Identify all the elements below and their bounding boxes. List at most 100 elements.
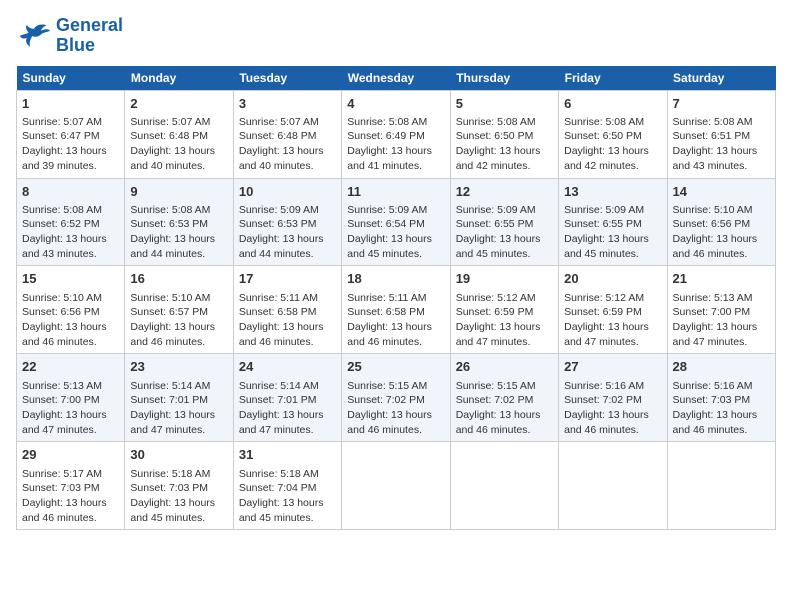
sunrise-text: Sunrise: 5:16 AM [673, 380, 753, 392]
sunrise-text: Sunrise: 5:12 AM [456, 292, 536, 304]
sunrise-text: Sunrise: 5:11 AM [347, 292, 426, 304]
calendar-cell: 12 Sunrise: 5:09 AM Sunset: 6:55 PM Dayl… [450, 178, 558, 266]
calendar-cell [342, 442, 450, 530]
day-number: 5 [456, 95, 553, 113]
daylight-text: Daylight: 13 hours [456, 233, 541, 245]
daylight-text: Daylight: 13 hours [239, 321, 324, 333]
daylight-minutes: and 44 minutes. [130, 248, 205, 260]
sunrise-text: Sunrise: 5:12 AM [564, 292, 644, 304]
logo: General Blue [16, 16, 123, 56]
sunrise-text: Sunrise: 5:10 AM [130, 292, 210, 304]
daylight-minutes: and 42 minutes. [564, 160, 639, 172]
day-number: 4 [347, 95, 444, 113]
daylight-minutes: and 40 minutes. [130, 160, 205, 172]
daylight-minutes: and 44 minutes. [239, 248, 314, 260]
sunrise-text: Sunrise: 5:07 AM [22, 116, 102, 128]
daylight-text: Daylight: 13 hours [239, 233, 324, 245]
calendar-week-row: 22 Sunrise: 5:13 AM Sunset: 7:00 PM Dayl… [17, 354, 776, 442]
day-number: 3 [239, 95, 336, 113]
sunrise-text: Sunrise: 5:09 AM [239, 204, 319, 216]
sunset-text: Sunset: 7:00 PM [673, 306, 751, 318]
calendar-cell: 6 Sunrise: 5:08 AM Sunset: 6:50 PM Dayli… [559, 90, 667, 178]
day-number: 31 [239, 446, 336, 464]
daylight-text: Daylight: 13 hours [564, 321, 649, 333]
day-number: 8 [22, 183, 119, 201]
daylight-text: Daylight: 13 hours [564, 233, 649, 245]
daylight-text: Daylight: 13 hours [456, 321, 541, 333]
calendar-cell: 15 Sunrise: 5:10 AM Sunset: 6:56 PM Dayl… [17, 266, 125, 354]
calendar-cell: 4 Sunrise: 5:08 AM Sunset: 6:49 PM Dayli… [342, 90, 450, 178]
calendar-cell: 24 Sunrise: 5:14 AM Sunset: 7:01 PM Dayl… [233, 354, 341, 442]
calendar-cell: 22 Sunrise: 5:13 AM Sunset: 7:00 PM Dayl… [17, 354, 125, 442]
daylight-text: Daylight: 13 hours [239, 497, 324, 509]
sunset-text: Sunset: 6:55 PM [564, 218, 642, 230]
calendar-cell: 11 Sunrise: 5:09 AM Sunset: 6:54 PM Dayl… [342, 178, 450, 266]
daylight-minutes: and 47 minutes. [673, 336, 748, 348]
day-number: 2 [130, 95, 227, 113]
day-number: 23 [130, 358, 227, 376]
daylight-text: Daylight: 13 hours [673, 233, 758, 245]
daylight-minutes: and 45 minutes. [564, 248, 639, 260]
daylight-minutes: and 46 minutes. [456, 424, 531, 436]
calendar-cell: 2 Sunrise: 5:07 AM Sunset: 6:48 PM Dayli… [125, 90, 233, 178]
weekday-header-sunday: Sunday [17, 66, 125, 91]
daylight-minutes: and 46 minutes. [347, 424, 422, 436]
sunrise-text: Sunrise: 5:09 AM [347, 204, 427, 216]
sunrise-text: Sunrise: 5:08 AM [130, 204, 210, 216]
sunset-text: Sunset: 6:54 PM [347, 218, 425, 230]
sunset-text: Sunset: 6:52 PM [22, 218, 100, 230]
sunrise-text: Sunrise: 5:14 AM [239, 380, 319, 392]
sunset-text: Sunset: 7:03 PM [22, 482, 100, 494]
day-number: 9 [130, 183, 227, 201]
logo-bird-icon [16, 21, 52, 51]
calendar-cell: 31 Sunrise: 5:18 AM Sunset: 7:04 PM Dayl… [233, 442, 341, 530]
sunrise-text: Sunrise: 5:09 AM [564, 204, 644, 216]
sunrise-text: Sunrise: 5:08 AM [347, 116, 427, 128]
day-number: 29 [22, 446, 119, 464]
calendar-cell: 27 Sunrise: 5:16 AM Sunset: 7:02 PM Dayl… [559, 354, 667, 442]
calendar-cell: 14 Sunrise: 5:10 AM Sunset: 6:56 PM Dayl… [667, 178, 775, 266]
daylight-minutes: and 46 minutes. [130, 336, 205, 348]
sunset-text: Sunset: 6:56 PM [22, 306, 100, 318]
daylight-minutes: and 46 minutes. [673, 424, 748, 436]
daylight-text: Daylight: 13 hours [22, 145, 107, 157]
day-number: 25 [347, 358, 444, 376]
sunset-text: Sunset: 7:02 PM [347, 394, 425, 406]
day-number: 26 [456, 358, 553, 376]
sunset-text: Sunset: 6:58 PM [347, 306, 425, 318]
day-number: 16 [130, 270, 227, 288]
sunset-text: Sunset: 6:59 PM [456, 306, 534, 318]
calendar-cell: 29 Sunrise: 5:17 AM Sunset: 7:03 PM Dayl… [17, 442, 125, 530]
daylight-text: Daylight: 13 hours [347, 233, 432, 245]
sunrise-text: Sunrise: 5:17 AM [22, 468, 102, 480]
logo-text: General Blue [56, 16, 123, 56]
daylight-text: Daylight: 13 hours [347, 409, 432, 421]
day-number: 21 [673, 270, 770, 288]
daylight-text: Daylight: 13 hours [22, 321, 107, 333]
sunset-text: Sunset: 7:02 PM [564, 394, 642, 406]
sunrise-text: Sunrise: 5:18 AM [130, 468, 210, 480]
day-number: 10 [239, 183, 336, 201]
sunrise-text: Sunrise: 5:16 AM [564, 380, 644, 392]
daylight-text: Daylight: 13 hours [239, 145, 324, 157]
calendar-week-row: 29 Sunrise: 5:17 AM Sunset: 7:03 PM Dayl… [17, 442, 776, 530]
day-number: 11 [347, 183, 444, 201]
daylight-text: Daylight: 13 hours [673, 409, 758, 421]
calendar-cell: 19 Sunrise: 5:12 AM Sunset: 6:59 PM Dayl… [450, 266, 558, 354]
sunset-text: Sunset: 7:00 PM [22, 394, 100, 406]
calendar-cell: 5 Sunrise: 5:08 AM Sunset: 6:50 PM Dayli… [450, 90, 558, 178]
daylight-minutes: and 46 minutes. [347, 336, 422, 348]
daylight-text: Daylight: 13 hours [239, 409, 324, 421]
daylight-minutes: and 43 minutes. [673, 160, 748, 172]
weekday-header-friday: Friday [559, 66, 667, 91]
sunset-text: Sunset: 6:50 PM [456, 130, 534, 142]
calendar-cell: 20 Sunrise: 5:12 AM Sunset: 6:59 PM Dayl… [559, 266, 667, 354]
sunset-text: Sunset: 7:01 PM [130, 394, 208, 406]
calendar-week-row: 8 Sunrise: 5:08 AM Sunset: 6:52 PM Dayli… [17, 178, 776, 266]
calendar-cell: 28 Sunrise: 5:16 AM Sunset: 7:03 PM Dayl… [667, 354, 775, 442]
calendar-cell: 16 Sunrise: 5:10 AM Sunset: 6:57 PM Dayl… [125, 266, 233, 354]
weekday-header-tuesday: Tuesday [233, 66, 341, 91]
daylight-minutes: and 46 minutes. [673, 248, 748, 260]
sunset-text: Sunset: 6:53 PM [130, 218, 208, 230]
daylight-text: Daylight: 13 hours [22, 233, 107, 245]
